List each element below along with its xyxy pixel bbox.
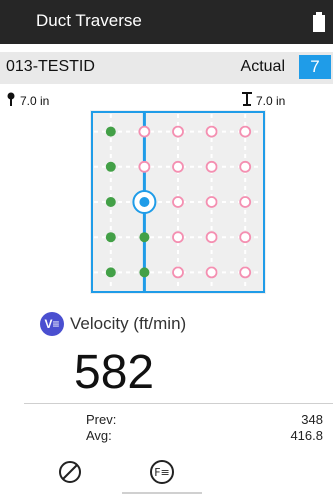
bottom-toolbar: F≡	[0, 448, 333, 497]
battery-icon	[313, 12, 325, 37]
measured-point	[105, 267, 116, 278]
measurement-value: 582	[74, 346, 155, 399]
function-button[interactable]: F≡	[142, 452, 182, 492]
pending-point	[239, 266, 252, 279]
divider	[24, 403, 333, 404]
test-id-row: 013-TESTID Actual 7	[0, 52, 333, 84]
active-indicator	[122, 492, 202, 494]
function-icon: F≡	[150, 460, 174, 484]
pending-point	[205, 196, 218, 208]
mode-label: Actual	[240, 58, 285, 75]
test-id: 013-TESTID	[6, 58, 95, 75]
prev-label: Prev:	[86, 412, 117, 427]
pending-point	[172, 231, 184, 244]
traverse-grid-canvas[interactable]	[90, 110, 266, 294]
pending-point	[239, 125, 252, 138]
measurement-header: V≡ Velocity (ft/min)	[40, 312, 186, 336]
pending-point	[205, 125, 218, 138]
pending-point	[172, 160, 184, 173]
avg-label: Avg:	[86, 428, 112, 443]
measured-point	[105, 126, 116, 137]
pending-point	[205, 160, 218, 173]
measured-point	[105, 232, 116, 243]
right-dimension-value: 7.0 in	[256, 93, 286, 108]
measured-point	[139, 267, 150, 278]
pending-point	[239, 196, 252, 208]
pending-point	[172, 196, 184, 208]
pending-point	[172, 125, 184, 138]
pending-point	[138, 125, 151, 138]
pending-point	[138, 160, 151, 173]
avg-value: 416.8	[290, 428, 323, 443]
measurement-label: Velocity (ft/min)	[70, 314, 187, 333]
dimension-marker-icon	[242, 92, 252, 109]
pending-point	[172, 266, 184, 279]
title-bar: Duct Traverse	[0, 0, 333, 44]
measured-point	[105, 161, 116, 172]
measured-point	[139, 232, 150, 243]
current-point	[139, 197, 150, 207]
measured-point	[105, 197, 116, 207]
right-dimension: 7.0 in	[242, 92, 285, 109]
velocity-icon: V≡	[40, 312, 64, 336]
cancel-icon	[59, 461, 81, 483]
pending-point	[205, 231, 218, 244]
pending-point	[239, 231, 252, 244]
clear-button[interactable]	[50, 452, 90, 492]
page-title: Duct Traverse	[36, 11, 142, 30]
left-dimension: 7.0 in	[6, 92, 49, 109]
prev-value: 348	[301, 412, 323, 427]
traverse-grid[interactable]	[90, 110, 266, 294]
point-count-badge[interactable]: 7	[299, 55, 331, 79]
pending-point	[239, 160, 252, 173]
pending-point	[205, 266, 218, 279]
svg-text:F≡: F≡	[154, 466, 170, 479]
probe-icon	[6, 92, 16, 109]
left-dimension-value: 7.0 in	[20, 93, 50, 108]
